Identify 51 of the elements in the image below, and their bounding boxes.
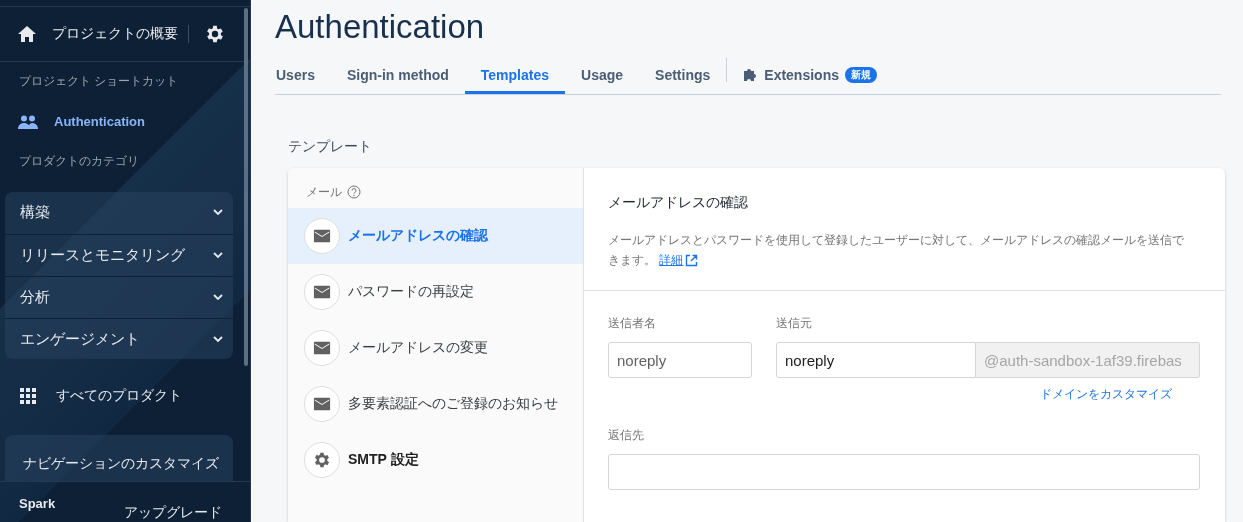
field-label: 送信者名 [608,315,657,332]
details-link[interactable]: 詳細 [659,253,699,267]
puzzle-icon [743,67,759,82]
home-icon[interactable] [18,25,36,42]
envelope-icon [313,395,331,413]
project-overview-link[interactable]: プロジェクトの概要 [52,24,189,43]
from-field[interactable]: noreply [776,342,976,378]
tab[interactable]: Extensions 新規 [727,58,893,94]
nav-item[interactable]: Authentication [0,101,250,142]
envelope-icon [313,339,331,357]
domain-suffix: @auth-sandbox-1af39.firebas [976,342,1200,378]
plan-name: Spark [19,496,56,511]
settings-icon [313,451,331,469]
category-item[interactable]: 構築 [5,191,233,234]
people-icon [18,114,38,129]
tab[interactable]: Settings [639,58,727,94]
new-badge: 新規 [845,66,877,83]
grid-icon [20,388,36,405]
customize-domain-link[interactable]: ドメインをカスタマイズ [1040,386,1172,403]
category-item[interactable]: 分析 [5,275,233,318]
template-item[interactable]: パスワードの再設定 [288,264,583,320]
scrollbar[interactable] [244,8,248,366]
settings-icon[interactable] [205,23,225,44]
category-item[interactable]: エンゲージメント [5,317,233,360]
page-title: Authentication [275,8,486,47]
sender-name-field[interactable]: noreply [608,342,752,378]
template-item[interactable]: SMTP 設定 [288,432,583,488]
all-products-link[interactable]: すべてのプロダクト [0,376,250,417]
external-link-icon [685,254,699,267]
envelope-icon [313,283,331,301]
help-icon[interactable] [347,185,361,199]
reply-to-field[interactable] [608,454,1200,490]
tab[interactable]: Users [275,58,331,94]
customize-navigation-button[interactable]: ナビゲーションのカスタマイズ [5,435,233,481]
category-item[interactable]: リリースとモニタリング [5,233,233,276]
template-item[interactable]: メールアドレスの確認 [288,208,583,264]
section-heading: プロダクトのカテゴリ [18,153,140,171]
section-heading: プロジェクト ショートカット [18,73,180,91]
template-item[interactable]: メールアドレスの変更 [288,320,583,376]
upgrade-button[interactable]: アップグレード [124,504,222,522]
tab[interactable]: Sign-in method [330,58,465,94]
tab[interactable]: Usage [565,58,640,94]
field-label: 送信元 [776,315,813,332]
section-heading: テンプレート [288,138,373,154]
field-label: 返信先 [608,427,645,444]
section-label: メール [306,183,342,201]
tab[interactable]: Templates [464,58,566,94]
envelope-icon [313,227,331,245]
template-description: メールアドレスとパスワードを使用して登録したユーザーに対して、メールアドレスの確認メールを送信できます。 詳細 [608,232,1185,269]
template-item[interactable]: 多要素認証へのご登録のお知らせ [288,376,583,432]
template-title: メールアドレスの確認 [608,194,749,212]
